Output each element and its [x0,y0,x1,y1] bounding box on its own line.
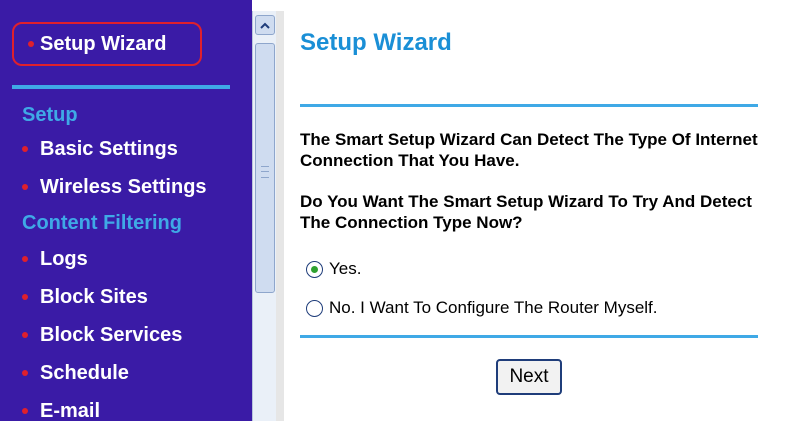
dot-icon [22,256,28,262]
dot-icon [22,294,28,300]
wizard-description: The Smart Setup Wizard Can Detect The Ty… [300,130,758,170]
sidebar-item-label: Block Sites [40,285,148,308]
sidebar-item-wireless-settings[interactable]: Wireless Settings [0,172,207,202]
wizard-question: Do You Want The Smart Setup Wizard To Tr… [300,192,752,232]
sidebar-section-setup: Setup [22,104,78,126]
setup-wizard-link[interactable]: Setup Wizard [12,22,202,66]
sidebar-item-schedule[interactable]: Schedule [0,358,129,388]
sidebar-item-block-services[interactable]: Block Services [0,320,182,350]
scroll-grip-icon [261,166,269,178]
dot-icon [22,184,28,190]
radio-yes[interactable] [306,260,323,278]
sidebar-section-content-filtering: Content Filtering [22,212,182,234]
dot-icon [22,408,28,414]
scroll-thumb[interactable] [255,43,275,293]
sidebar-item-label: Block Services [40,323,183,346]
sidebar-item-label: Schedule [40,361,129,384]
sidebar-item-logs[interactable]: Logs [0,244,88,274]
sidebar-item-basic-settings[interactable]: Basic Settings [0,134,178,164]
setup-wizard-label: Setup Wizard [40,32,167,55]
sidebar-divider [12,85,230,89]
sidebar: Setup Wizard Setup Basic Settings Wirele… [0,0,252,421]
radio-no[interactable] [306,299,323,317]
dot-icon [22,146,28,152]
page-title: Setup Wizard [300,29,452,56]
option-no-label: No. I Want To Configure The Router Mysel… [329,298,658,317]
option-yes-label: Yes. [329,259,362,278]
dot-icon [28,41,34,47]
sidebar-scrollbar[interactable] [252,11,276,421]
sidebar-item-block-sites[interactable]: Block Sites [0,282,148,312]
dot-icon [22,332,28,338]
frame-gutter [276,11,284,421]
sidebar-item-label: Basic Settings [40,137,178,160]
sidebar-item-label: Logs [40,247,88,270]
option-yes[interactable]: Yes. [306,259,361,279]
content-divider-top [300,104,758,107]
sidebar-item-label: Wireless Settings [40,175,207,198]
sidebar-item-email[interactable]: E-mail [0,396,100,421]
main-content: Setup Wizard The Smart Setup Wizard Can … [284,11,812,421]
scroll-up-button[interactable] [255,15,275,35]
next-button[interactable]: Next [496,359,562,395]
chevron-up-icon [260,22,270,29]
dot-icon [22,370,28,376]
option-no[interactable]: No. I Want To Configure The Router Mysel… [306,298,658,318]
content-divider-bottom [300,335,758,338]
sidebar-item-label: E-mail [40,399,101,421]
